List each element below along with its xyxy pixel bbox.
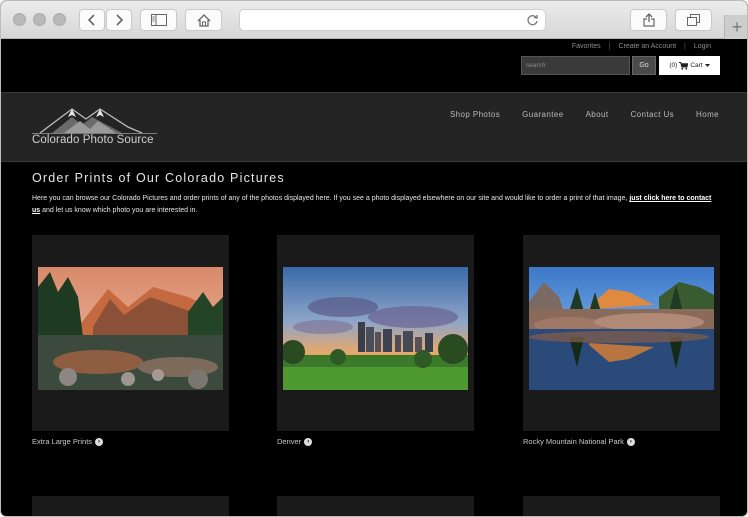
intro-paragraph: Here you can browse our Colorado Picture… <box>32 193 720 217</box>
gallery-card[interactable]: Extra Large Prints › <box>32 235 229 446</box>
gallery-caption[interactable]: Denver › <box>277 437 474 446</box>
gallery-photo-extra-large[interactable] <box>38 267 223 390</box>
nav-contact-us[interactable]: Contact Us <box>630 110 674 119</box>
nav-about[interactable]: About <box>586 110 609 119</box>
zoom-window-button[interactable] <box>53 13 66 26</box>
page-title: Order Prints of Our Colorado Pictures <box>32 171 285 185</box>
search-input[interactable]: search <box>521 56 630 75</box>
gallery-caption-text: Denver <box>277 437 302 446</box>
mountain-logo-icon <box>32 108 157 134</box>
cart-label: Cart <box>690 62 703 69</box>
gallery-card[interactable]: Rocky Mountain National Park › <box>523 235 720 446</box>
gallery-caption[interactable]: Extra Large Prints › <box>32 437 229 446</box>
gallery-thumb-frame <box>277 235 474 431</box>
address-bar[interactable] <box>239 9 546 31</box>
circle-arrow-right-icon: › <box>304 437 313 446</box>
login-link[interactable]: Login <box>686 43 719 50</box>
circle-arrow-right-icon: › <box>626 437 635 446</box>
search-go-button[interactable]: Go <box>632 56 656 75</box>
sidebar-icon <box>150 14 167 26</box>
back-button[interactable] <box>79 9 105 31</box>
gallery-photo-rmnp[interactable] <box>529 267 714 390</box>
nav-home[interactable]: Home <box>696 110 719 119</box>
minimize-window-button[interactable] <box>33 13 46 26</box>
intro-tail: and let us know which photo you are inte… <box>42 207 198 214</box>
main-content: Order Prints of Our Colorado Pictures He… <box>32 171 720 217</box>
browser-window: + Favorites | Create an Account | Login … <box>0 0 748 517</box>
cart-button[interactable]: (0) Cart <box>659 56 720 75</box>
cart-count: (0) <box>669 62 678 69</box>
create-account-link[interactable]: Create an Account <box>610 43 684 50</box>
sidebar-button[interactable] <box>140 9 177 31</box>
tabs-overview-button[interactable] <box>675 9 712 31</box>
gallery-card-partial[interactable] <box>523 496 720 516</box>
site-header: Colorado Photo Source Shop Photos Guaran… <box>1 92 747 162</box>
gallery-caption-text: Extra Large Prints <box>32 437 93 446</box>
circle-arrow-right-icon: › <box>95 437 104 446</box>
gallery-photo-denver[interactable] <box>283 267 468 390</box>
tabs-icon <box>687 14 700 26</box>
gallery-card-partial[interactable] <box>32 496 229 516</box>
gallery-thumb-frame <box>32 235 229 431</box>
site-logo[interactable]: Colorado Photo Source <box>32 105 157 153</box>
logo-text: Colorado Photo Source <box>32 134 154 146</box>
utility-links: Favorites | Create an Account | Login <box>564 43 719 50</box>
gallery-card-partial[interactable] <box>277 496 474 516</box>
cart-icon <box>679 61 689 70</box>
nav-guarantee[interactable]: Guarantee <box>522 110 563 119</box>
site-top-bar: Favorites | Create an Account | Login se… <box>1 40 747 92</box>
close-window-button[interactable] <box>13 13 26 26</box>
share-icon <box>642 13 655 27</box>
share-button[interactable] <box>630 9 667 31</box>
home-button[interactable] <box>185 9 222 31</box>
plus-icon: + <box>731 16 743 37</box>
forward-button[interactable] <box>106 9 132 31</box>
chevron-left-icon <box>87 14 95 26</box>
caret-down-icon <box>704 63 710 67</box>
gallery-caption-text: Rocky Mountain National Park <box>523 437 624 446</box>
new-tab-button[interactable]: + <box>724 15 747 39</box>
intro-text: Here you can browse our Colorado Picture… <box>32 195 628 202</box>
gallery-caption[interactable]: Rocky Mountain National Park › <box>523 437 720 446</box>
browser-toolbar: + <box>1 1 747 39</box>
favorites-link[interactable]: Favorites <box>564 43 609 50</box>
chevron-right-icon <box>116 14 124 26</box>
gallery-thumb-frame <box>523 235 720 431</box>
main-nav: Shop Photos Guarantee About Contact Us H… <box>450 110 719 119</box>
home-icon <box>197 13 210 27</box>
reload-icon[interactable] <box>526 14 539 27</box>
gallery-card[interactable]: Denver › <box>277 235 474 446</box>
nav-shop-photos[interactable]: Shop Photos <box>450 110 500 119</box>
